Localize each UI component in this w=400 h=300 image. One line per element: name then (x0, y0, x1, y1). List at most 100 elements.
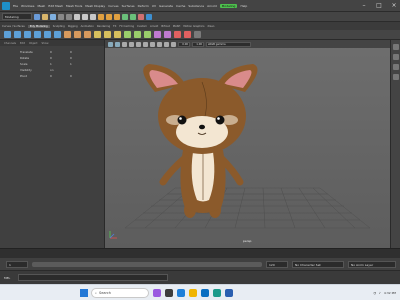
minimize-icon[interactable]: – (358, 2, 370, 9)
poly-torus-icon[interactable] (44, 31, 51, 38)
save-scene-icon[interactable] (50, 13, 56, 20)
anim-layer-dropdown[interactable]: No Anim Layer (348, 260, 396, 268)
store-icon[interactable] (201, 289, 209, 297)
multi-cut-icon[interactable] (124, 31, 131, 38)
poly-sphere-icon[interactable] (4, 31, 11, 38)
volume-icon[interactable]: ♪ (379, 291, 381, 295)
tab-rendering[interactable]: Rendering (97, 25, 110, 28)
menu-curves[interactable]: Curves (108, 4, 118, 8)
open-scene-icon[interactable] (42, 13, 48, 20)
menu-deform[interactable]: Deform (138, 4, 149, 8)
tab-xgen[interactable]: XGen (207, 25, 214, 28)
command-input[interactable] (18, 274, 168, 281)
menu-substance[interactable]: Substance (188, 4, 204, 8)
attribute-editor-icon[interactable] (393, 44, 399, 50)
tab-motion-graphics[interactable]: Motion Graphics (183, 25, 204, 28)
tab-bifrost[interactable]: Bifrost (161, 25, 169, 28)
tab-custom[interactable]: Custom (137, 25, 147, 28)
menu-mesh-tools[interactable]: Mesh Tools (66, 4, 82, 8)
menu-mesh[interactable]: Mesh (37, 4, 45, 8)
new-scene-icon[interactable] (34, 13, 40, 20)
clock[interactable]: 4:32 PM (384, 291, 396, 295)
select-by-hierarchy-icon[interactable] (74, 13, 80, 20)
end-frame-field[interactable]: 120 (266, 260, 288, 268)
close-icon[interactable]: × (388, 2, 400, 9)
tab-arnold[interactable]: Arnold (150, 25, 158, 28)
file-explorer-icon[interactable] (189, 289, 197, 297)
select-by-object-icon[interactable] (82, 13, 88, 20)
combine-icon[interactable] (64, 31, 71, 38)
tab-edit[interactable]: Edit (20, 42, 25, 45)
tab-animation[interactable]: Animation (81, 25, 94, 28)
menu-mesh-display[interactable]: Mesh Display (85, 4, 105, 8)
character-set-dropdown[interactable]: No Character Set (292, 260, 344, 268)
target-weld-icon[interactable] (134, 31, 141, 38)
undo-icon[interactable] (58, 13, 64, 20)
menu-cache[interactable]: Cache (176, 4, 185, 8)
poly-cube-icon[interactable] (14, 31, 21, 38)
redo-icon[interactable] (66, 13, 72, 20)
copilot-icon[interactable] (153, 289, 161, 297)
separate-icon[interactable] (74, 31, 81, 38)
mode-dropdown[interactable]: Modeling (2, 13, 32, 20)
menu-arnold[interactable]: Arnold (207, 4, 217, 8)
mirror-icon[interactable] (164, 31, 171, 38)
taskbar-search-box[interactable]: ⌕ Search (91, 288, 149, 298)
edge-browser-icon[interactable] (177, 289, 185, 297)
tab-show[interactable]: Show (41, 42, 48, 45)
time-slider[interactable] (0, 248, 400, 258)
menu-surfaces[interactable]: Surfaces (122, 4, 135, 8)
workspace-selector[interactable]: Modeling (219, 3, 238, 8)
tab-fx-caching[interactable]: FX Caching (119, 25, 134, 28)
tab-mash[interactable]: MASH (173, 25, 181, 28)
poly-cylinder-icon[interactable] (24, 31, 31, 38)
tab-object[interactable]: Object (29, 42, 37, 45)
menu-uv[interactable]: UV (152, 4, 156, 8)
tool-settings-icon[interactable] (393, 54, 399, 60)
menu-edit-mesh[interactable]: Edit Mesh (48, 4, 63, 8)
menu-windows[interactable]: Windows (21, 4, 34, 8)
tab-rigging[interactable]: Rigging (68, 25, 78, 28)
arnold-render-icon[interactable] (146, 13, 152, 20)
snap-curve-icon[interactable] (106, 13, 112, 20)
tab-fx[interactable]: FX (113, 25, 116, 28)
maximize-icon[interactable]: □ (373, 2, 385, 9)
menu-help[interactable]: Help (240, 4, 247, 8)
tab-curves-surfaces[interactable]: Curves / Surfaces (2, 25, 25, 28)
range-handle[interactable] (32, 261, 262, 267)
perspective-viewport[interactable]: 0.00 1.00 sRGB gamma persp (105, 40, 390, 248)
smooth-icon[interactable] (84, 31, 91, 38)
tab-sculpting[interactable]: Sculpting (53, 25, 65, 28)
snap-point-icon[interactable] (114, 13, 120, 20)
render-frame-icon[interactable] (122, 13, 128, 20)
windows-start-icon[interactable] (80, 289, 88, 297)
bridge-icon[interactable] (104, 31, 111, 38)
ipr-render-icon[interactable] (130, 13, 136, 20)
modeling-toolkit-icon[interactable] (393, 74, 399, 80)
task-view-icon[interactable] (165, 289, 173, 297)
photos-app-icon[interactable] (225, 289, 233, 297)
freeze-transform-icon[interactable] (184, 31, 191, 38)
extrude-icon[interactable] (94, 31, 101, 38)
center-pivot-icon[interactable] (194, 31, 201, 38)
start-frame-field[interactable]: 1 (6, 260, 28, 268)
mel-label[interactable]: MEL (4, 276, 18, 280)
chihuahua-character (143, 64, 258, 218)
poly-plane-icon[interactable] (54, 31, 61, 38)
snap-grid-icon[interactable] (98, 13, 104, 20)
poly-cone-icon[interactable] (34, 31, 41, 38)
wifi-icon[interactable]: ◔ (373, 291, 376, 295)
tab-channels[interactable]: Channels (4, 42, 16, 45)
select-by-component-icon[interactable] (90, 13, 96, 20)
render-settings-icon[interactable] (138, 13, 144, 20)
menu-generate[interactable]: Generate (159, 4, 173, 8)
delete-history-icon[interactable] (174, 31, 181, 38)
menu-file[interactable]: File (13, 4, 18, 8)
channel-row[interactable]: Pivot 0 0 (0, 73, 104, 79)
channel-box-icon[interactable] (393, 64, 399, 70)
tab-poly-modeling[interactable]: Poly Modeling (27, 24, 50, 28)
maya-app-icon[interactable] (213, 289, 221, 297)
bevel-icon[interactable] (114, 31, 121, 38)
quad-draw-icon[interactable] (144, 31, 151, 38)
uv-editor-icon[interactable] (154, 31, 161, 38)
